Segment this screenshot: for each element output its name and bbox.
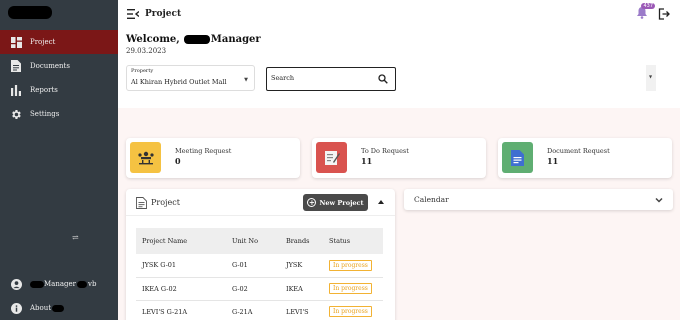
- user-name-suffix: vb: [88, 280, 97, 288]
- todo-request-card[interactable]: To Do Request 11: [312, 138, 486, 178]
- property-value: Al Khiran Hybrid Outlet Mall: [131, 78, 227, 86]
- user-avatar-icon: [10, 278, 22, 290]
- column-header[interactable]: Brands: [280, 228, 323, 254]
- sidebar-item-label: Reports: [30, 86, 58, 94]
- caret-down-icon: ▼: [244, 77, 248, 83]
- card-value: 11: [361, 156, 373, 166]
- menu-collapse-icon[interactable]: [127, 9, 139, 19]
- secondary-dropdown[interactable]: ▼: [646, 65, 656, 91]
- calendar-panel[interactable]: Calendar: [404, 189, 673, 210]
- current-date: 29.03.2023: [126, 47, 167, 55]
- bar-chart-icon: [10, 84, 22, 96]
- user-name: Manager vb: [30, 280, 96, 288]
- unit-cell: G-02: [226, 277, 280, 301]
- top-bar: Project 437: [118, 0, 680, 28]
- brand-cell: LEVI'S: [280, 300, 323, 320]
- about-text: About: [30, 304, 52, 312]
- status-cell: In progress: [323, 277, 383, 301]
- notification-badge: 437: [641, 3, 655, 9]
- brand-cell: JYSK: [280, 254, 323, 278]
- card-value: 0: [175, 156, 181, 166]
- meeting-request-card[interactable]: Meeting Request 0: [126, 138, 300, 178]
- sidebar-about[interactable]: About: [0, 297, 118, 319]
- card-value: 11: [547, 156, 559, 166]
- card-title: Document Request: [547, 147, 610, 155]
- notification-bell[interactable]: 437: [636, 3, 655, 20]
- sidebar-item-project[interactable]: Project: [0, 30, 118, 54]
- table-row[interactable]: LEVI'S G-21A G-21A LEVI'S In progress: [136, 300, 383, 320]
- sidebar-user[interactable]: Manager vb: [0, 273, 118, 295]
- search-input[interactable]: [271, 74, 371, 82]
- project-table: Project Name Unit No Brands Status JYSK …: [136, 228, 383, 320]
- status-badge: In progress: [329, 283, 372, 294]
- project-panel: Project + New Project Project Name Unit …: [126, 189, 395, 320]
- brand-cell: IKEA: [280, 277, 323, 301]
- chevron-up-icon[interactable]: [376, 197, 386, 207]
- unit-cell: G-21A: [226, 300, 280, 320]
- card-title: To Do Request: [361, 147, 409, 155]
- redacted-text: [77, 280, 87, 288]
- logo-redacted: [8, 6, 52, 19]
- add-circle-icon: +: [307, 198, 317, 207]
- sidebar-item-documents[interactable]: Documents: [0, 54, 118, 78]
- page-title: Project: [145, 9, 182, 19]
- project-name-cell: IKEA G-02: [136, 277, 226, 301]
- column-header[interactable]: Status: [323, 228, 383, 254]
- welcome-prefix: Welcome,: [126, 34, 180, 45]
- table-header-row: Project Name Unit No Brands Status: [136, 228, 383, 254]
- gear-icon: [10, 108, 22, 120]
- property-select[interactable]: Property Al Khiran Hybrid Outlet Mall ▼: [126, 65, 255, 91]
- new-project-label: New Project: [319, 198, 364, 207]
- redacted-text: [52, 304, 65, 312]
- property-label: Property: [131, 68, 154, 74]
- status-badge: In progress: [329, 306, 372, 317]
- chevron-down-icon[interactable]: [655, 196, 663, 204]
- card-title: Meeting Request: [175, 147, 232, 155]
- project-panel-title: Project: [151, 198, 180, 207]
- status-badge: In progress: [329, 259, 372, 271]
- table-row[interactable]: IKEA G-02 G-02 IKEA In progress: [136, 277, 383, 301]
- welcome-role: Manager: [210, 34, 261, 45]
- project-name-cell: LEVI'S G-21A: [136, 300, 226, 320]
- sidebar-toggle-glyph[interactable]: ⇌: [72, 233, 79, 242]
- sidebar: Project Documents Reports Settings ⇌ Man…: [0, 0, 118, 320]
- calendar-title: Calendar: [414, 195, 449, 204]
- project-name-cell: JYSK G-01: [136, 254, 226, 278]
- todo-icon: [316, 142, 347, 173]
- sidebar-item-label: Settings: [30, 110, 60, 118]
- document-request-icon: [502, 142, 533, 173]
- welcome-header: Welcome, Manager 29.03.2023 Property Al …: [118, 28, 680, 108]
- redacted-text: [30, 280, 44, 288]
- column-header[interactable]: Unit No: [226, 228, 280, 254]
- search-box[interactable]: [266, 67, 396, 91]
- document-request-card[interactable]: Document Request 11: [498, 138, 672, 178]
- info-icon: [10, 302, 22, 314]
- document-list-icon: [136, 197, 147, 209]
- sidebar-item-settings[interactable]: Settings: [0, 102, 118, 126]
- user-name-prefix: Manager: [44, 280, 76, 288]
- dashboard-icon: [10, 36, 22, 48]
- meeting-icon: [130, 142, 161, 173]
- project-panel-header: Project + New Project: [126, 189, 395, 216]
- document-icon: [10, 60, 22, 72]
- about-label: About: [30, 304, 65, 312]
- redacted-text: [183, 35, 210, 44]
- caret-down-icon: ▼: [649, 74, 653, 79]
- welcome-text: Welcome, Manager: [126, 34, 261, 45]
- table-row[interactable]: JYSK G-01 G-01 JYSK In progress: [136, 254, 383, 278]
- unit-cell: G-01: [226, 254, 280, 278]
- sidebar-item-reports[interactable]: Reports: [0, 78, 118, 102]
- status-cell: In progress: [323, 254, 383, 278]
- column-header[interactable]: Project Name: [136, 228, 226, 254]
- search-icon[interactable]: [378, 74, 388, 84]
- sidebar-item-label: Documents: [30, 62, 70, 70]
- status-cell: In progress: [323, 300, 383, 320]
- new-project-button[interactable]: + New Project: [303, 194, 368, 211]
- logout-icon[interactable]: [658, 8, 670, 20]
- sidebar-item-label: Project: [30, 38, 56, 46]
